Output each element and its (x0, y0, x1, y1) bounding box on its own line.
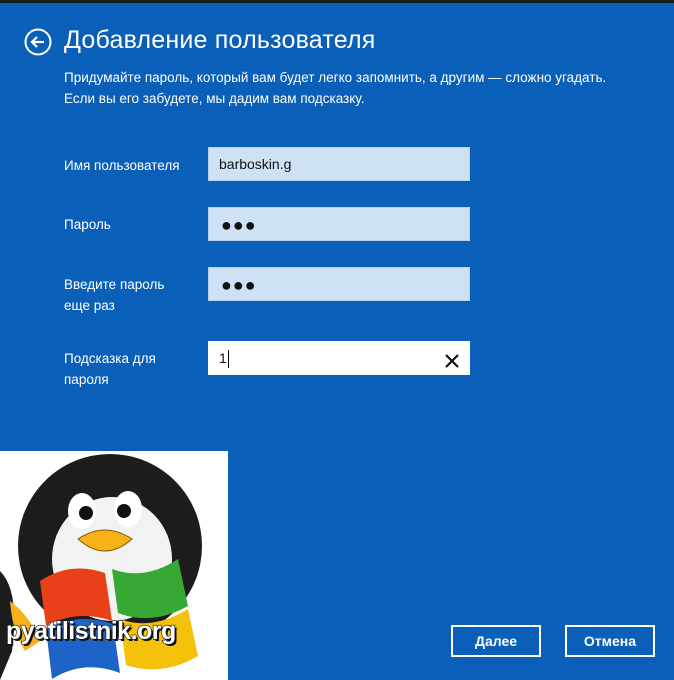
password-confirm-label-line2: еще раз (64, 298, 115, 313)
password-field[interactable]: ●●● (208, 207, 470, 241)
password-confirm-label-line1: Введите пароль (64, 277, 165, 292)
password-hint-field[interactable]: 1 (208, 341, 470, 375)
window-top-border (0, 0, 674, 3)
close-icon[interactable] (443, 349, 461, 368)
password-hint-label-line2: пароля (64, 372, 109, 387)
password-label: Пароль (64, 217, 111, 232)
page-title: Добавление пользователя (64, 26, 376, 54)
password-hint-label: Подсказка для пароля (64, 348, 156, 390)
site-logo: pyatilistnik.org (0, 451, 228, 680)
password-confirm-field[interactable]: ●●● (208, 267, 470, 301)
username-field[interactable]: barboskin.g (208, 147, 470, 181)
page-description: Придумайте пароль, который вам будет лег… (64, 70, 607, 106)
password-hint-label-line1: Подсказка для (64, 351, 156, 366)
password-hint-value: 1 (219, 350, 227, 366)
next-button[interactable]: Далее (451, 625, 541, 657)
add-user-window: Добавление пользователя Придумайте парол… (0, 0, 674, 680)
back-arrow-icon[interactable] (24, 28, 52, 56)
password-confirm-label: Введите пароль еще раз (64, 274, 164, 316)
username-label: Имя пользователя (64, 158, 180, 173)
text-cursor (227, 350, 229, 369)
cancel-button[interactable]: Отмена (565, 625, 655, 657)
watermark-text: pyatilistnik.org (5, 616, 177, 645)
